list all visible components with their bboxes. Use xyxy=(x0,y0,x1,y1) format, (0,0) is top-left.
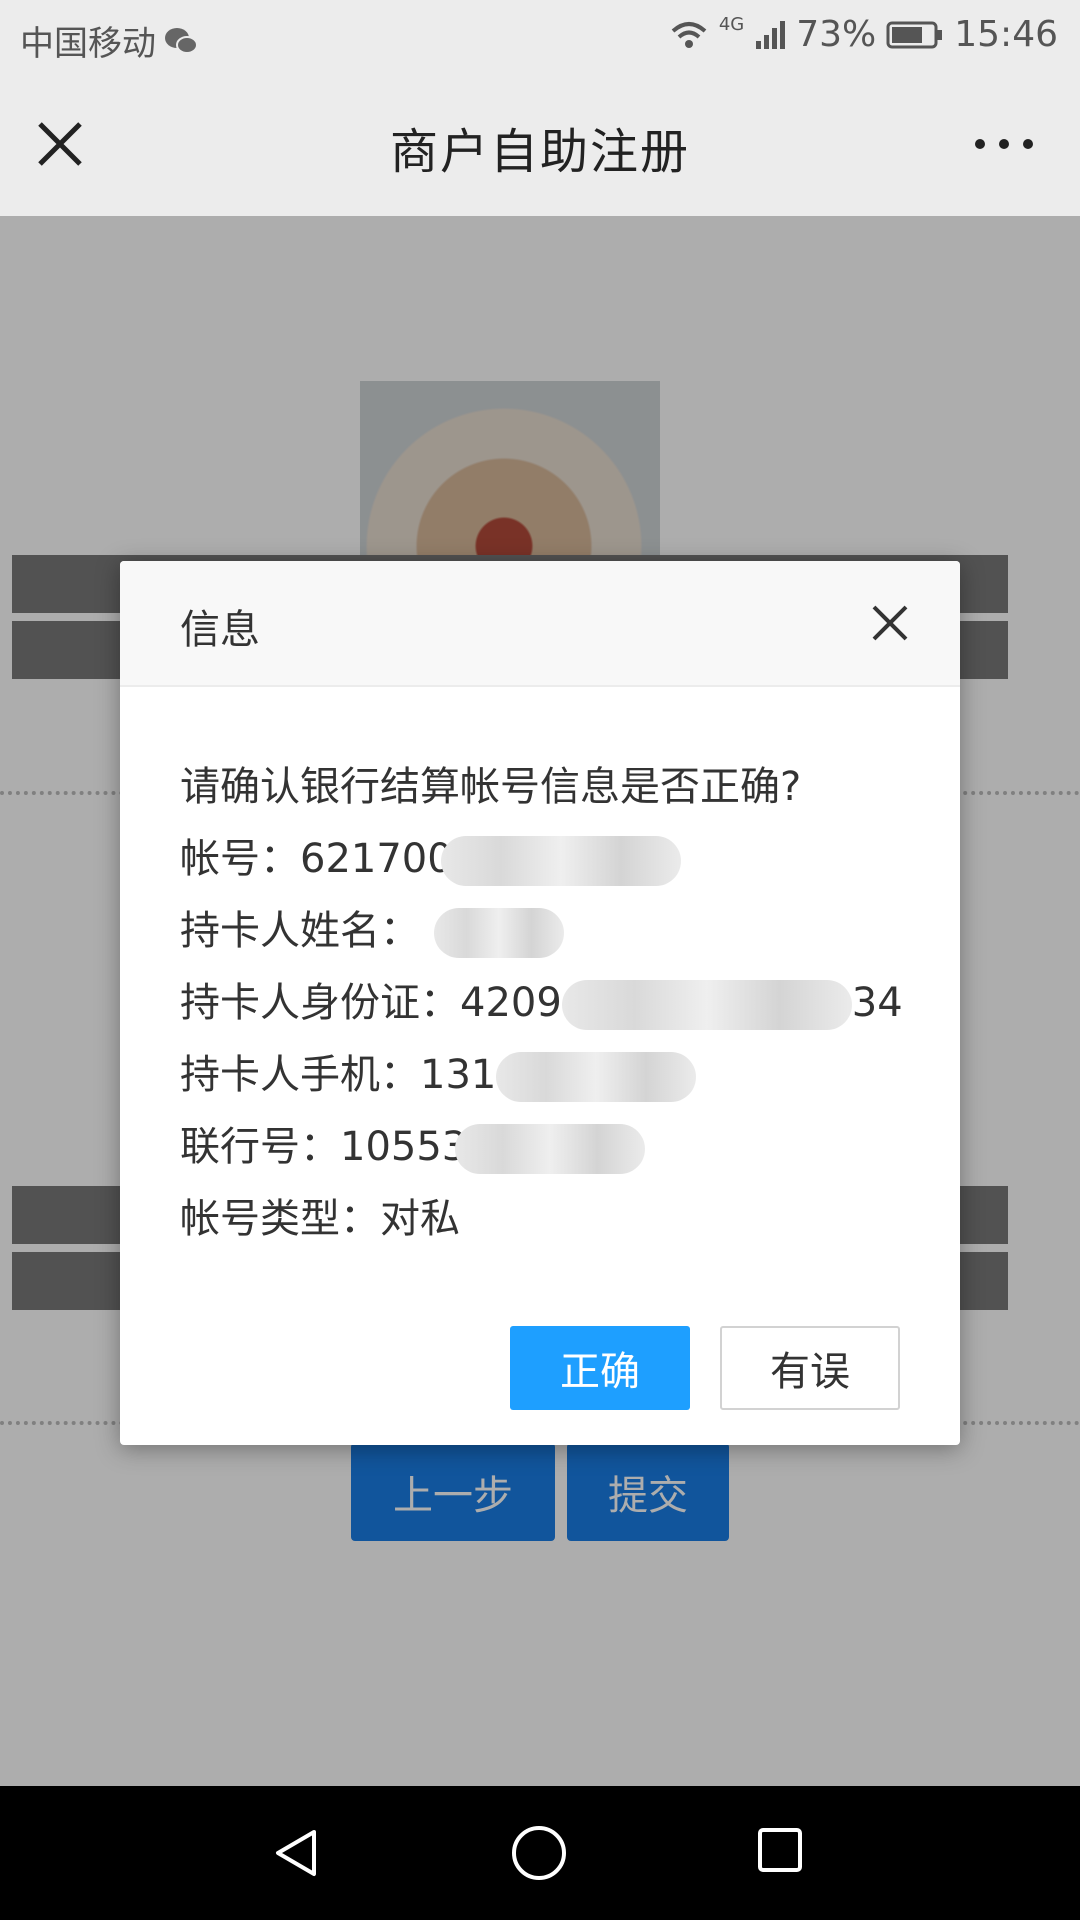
bank-code-label: 联行号： xyxy=(180,1124,340,1170)
battery-percent: 73% xyxy=(796,14,877,55)
battery-icon xyxy=(886,21,943,48)
account-value: 621700 xyxy=(300,836,453,882)
account-type-value: 对私 xyxy=(380,1196,460,1242)
dialog-title: 信息 xyxy=(180,607,260,653)
page-title: 商户自助注册 xyxy=(389,124,690,180)
account-type-row: 帐号类型：对私 xyxy=(180,1183,920,1255)
dialog-body: 请确认银行结算帐号信息是否正确? 帐号：621700 持卡人姓名： 持卡人身份证… xyxy=(180,751,920,1255)
bank-code-value: 10553 xyxy=(340,1124,468,1170)
holder-phone-prefix: 131 xyxy=(420,1052,497,1098)
title-bar: 商户自助注册 xyxy=(0,74,1080,217)
account-type-label: 帐号类型： xyxy=(180,1196,380,1242)
redacted-blur xyxy=(561,980,852,1030)
confirm-dialog: 信息 请确认银行结算帐号信息是否正确? 帐号：621700 持卡人姓名： 持卡人… xyxy=(120,561,960,1445)
signal-icon xyxy=(756,20,786,49)
account-row: 帐号：621700 xyxy=(180,823,920,895)
account-label: 帐号： xyxy=(180,836,300,882)
dialog-close-icon[interactable] xyxy=(868,601,912,645)
holder-id-label: 持卡人身份证： xyxy=(180,980,460,1026)
holder-id-prefix: 4209 xyxy=(460,980,562,1026)
redacted-blur xyxy=(434,908,564,958)
home-circle-icon[interactable] xyxy=(510,1824,568,1882)
status-bar: 中国移动 4G 73% 15:46 xyxy=(0,0,1080,74)
back-triangle-icon[interactable] xyxy=(272,1828,322,1878)
holder-name-label: 持卡人姓名： xyxy=(180,908,420,954)
more-icon[interactable] xyxy=(972,132,1036,156)
holder-phone-label: 持卡人手机： xyxy=(180,1052,420,1098)
holder-phone-row: 持卡人手机：131 xyxy=(180,1039,920,1111)
bank-code-row: 联行号：10553 xyxy=(180,1111,920,1183)
redacted-blur xyxy=(496,1052,697,1102)
network-type: 4G xyxy=(718,14,745,35)
recent-square-icon[interactable] xyxy=(756,1826,804,1874)
confirm-prompt: 请确认银行结算帐号信息是否正确? xyxy=(180,764,802,810)
clock: 15:46 xyxy=(954,14,1058,55)
dialog-header: 信息 xyxy=(120,561,960,687)
holder-id-suffix: 34 xyxy=(851,980,903,1026)
carrier-name: 中国移动 xyxy=(20,24,156,64)
holder-id-row: 持卡人身份证：4209 34 xyxy=(180,967,920,1039)
holder-name-row: 持卡人姓名： xyxy=(180,895,920,967)
confirm-button[interactable]: 正确 xyxy=(510,1326,690,1410)
wifi-icon xyxy=(671,21,707,48)
system-nav-bar xyxy=(0,1786,1080,1920)
wechat-icon xyxy=(165,27,198,54)
redacted-blur xyxy=(455,1124,646,1174)
report-error-button[interactable]: 有误 xyxy=(720,1326,900,1410)
redacted-blur xyxy=(440,836,681,886)
